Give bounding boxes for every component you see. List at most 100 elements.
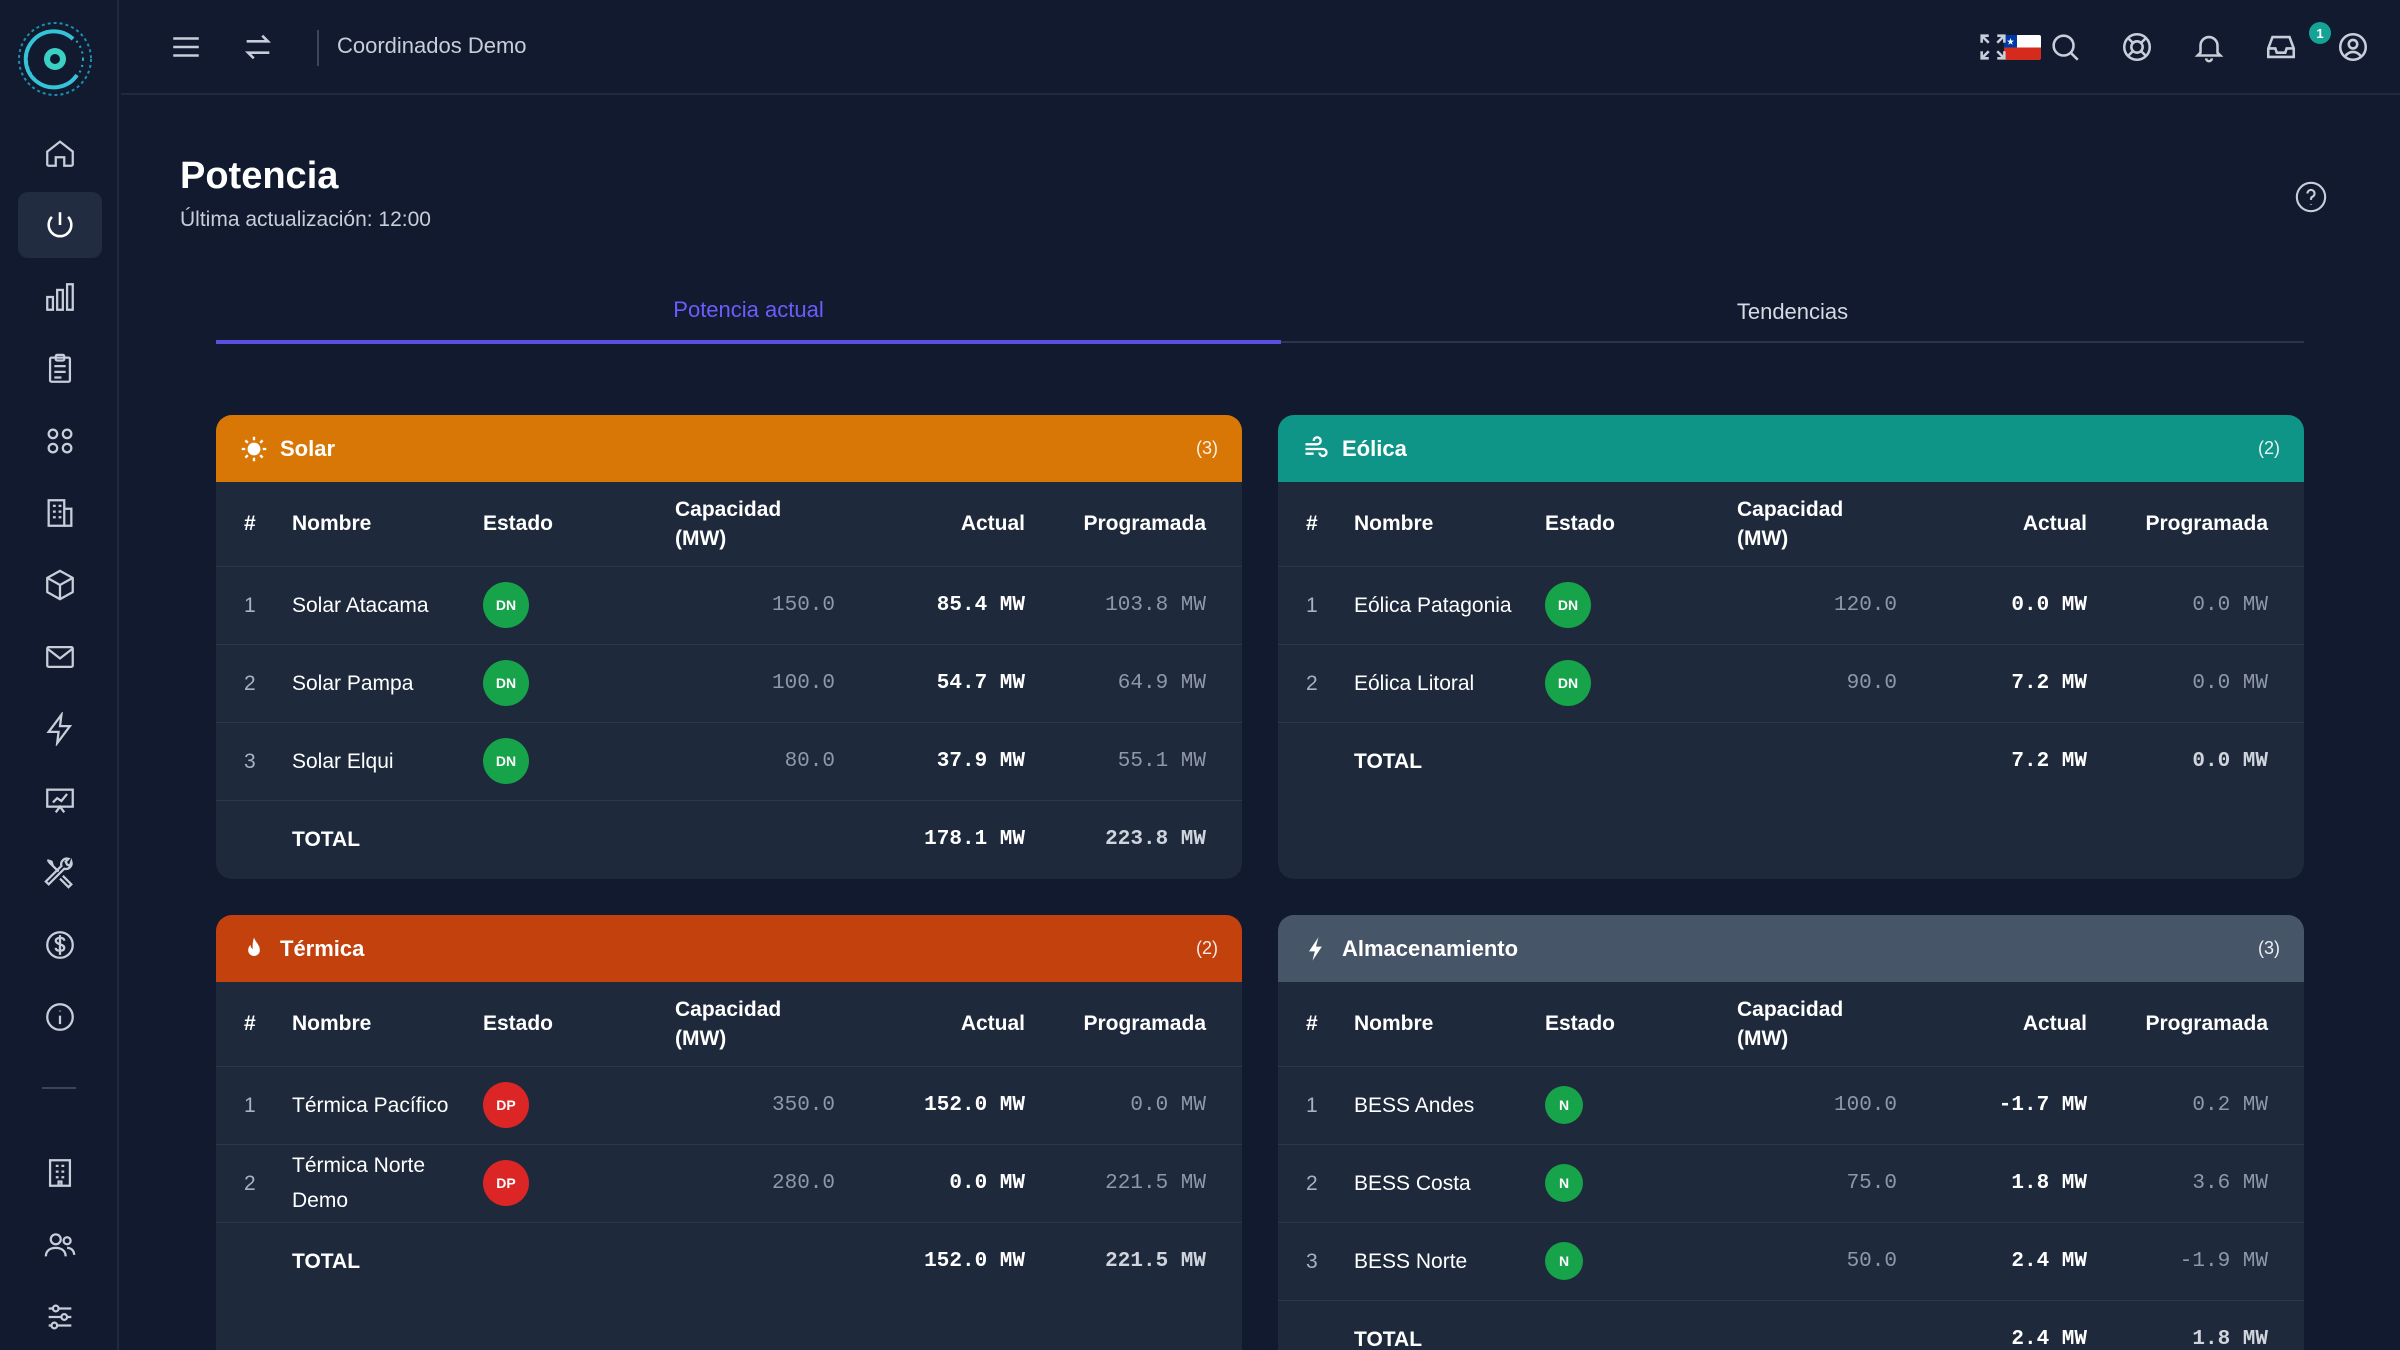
col-name[interactable]: Nombre [1346, 982, 1537, 1067]
table-row[interactable]: 3 BESS Norte N 50.0 2.4 MW -1.9 MW [1278, 1222, 2304, 1301]
col-actual[interactable]: Actual [1905, 482, 2095, 567]
app-logo[interactable] [15, 17, 95, 101]
table-row[interactable]: 1 BESS Andes N 100.0 -1.7 MW 0.2 MW [1278, 1066, 2304, 1145]
table-header-row: # Nombre Estado Capacidad (MW) Actual Pr… [1278, 482, 2304, 567]
col-scheduled[interactable]: Programada [1033, 482, 1242, 567]
eolica-table: # Nombre Estado Capacidad (MW) Actual Pr… [1278, 482, 2304, 800]
solar-card-header[interactable]: Solar (3) [216, 415, 1242, 482]
col-num: # [216, 482, 284, 567]
notifications-button[interactable] [2190, 28, 2228, 66]
sidebar-item-company[interactable] [18, 1140, 102, 1206]
sidebar-item-mail[interactable] [18, 624, 102, 690]
status-badge: DP [483, 1082, 529, 1128]
col-scheduled[interactable]: Programada [2095, 482, 2304, 567]
sidebar-item-power[interactable] [18, 192, 102, 258]
eolica-card-header[interactable]: Eólica (2) [1278, 415, 2304, 482]
col-name[interactable]: Nombre [284, 482, 475, 567]
col-state[interactable]: Estado [1537, 982, 1729, 1067]
sidebar-item-energy[interactable] [18, 696, 102, 762]
col-actual[interactable]: Actual [843, 482, 1033, 567]
sidebar-item-reports[interactable] [18, 336, 102, 402]
row-state: N [1537, 1066, 1729, 1145]
total-scheduled: 221.5 MW [1105, 1249, 1206, 1273]
col-state[interactable]: Estado [475, 482, 667, 567]
row-actual: 0.0 MW [1905, 566, 2095, 645]
table-row[interactable]: 1 Térmica Pacífico DP 350.0 152.0 MW 0.0… [216, 1066, 1242, 1145]
table-header-row: # Nombre Estado Capacidad (MW) Actual Pr… [216, 982, 1242, 1067]
col-state[interactable]: Estado [1537, 482, 1729, 567]
card-count: (3) [2258, 938, 2280, 958]
row-scheduled: 0.0 MW [1033, 1066, 1242, 1145]
row-name: BESS Norte [1346, 1222, 1537, 1301]
clipboard-icon [48, 353, 72, 383]
solar-table: # Nombre Estado Capacidad (MW) Actual Pr… [216, 482, 1242, 878]
table-row[interactable]: 2 Solar Pampa DN 100.0 54.7 MW 64.9 MW [216, 644, 1242, 723]
sidebar-item-charts[interactable] [18, 264, 102, 330]
col-state[interactable]: Estado [475, 982, 667, 1067]
table-row[interactable]: 2 Térmica Norte Demo DP 280.0 0.0 MW 221… [216, 1144, 1242, 1223]
status-badge: DN [483, 582, 529, 628]
row-name: BESS Andes [1346, 1066, 1537, 1145]
card-count: (2) [1196, 938, 1218, 958]
help-button[interactable] [2294, 180, 2328, 214]
col-actual[interactable]: Actual [843, 982, 1033, 1067]
tab-tendencias[interactable]: Tendencias [1281, 280, 2304, 343]
row-capacity: 120.0 [1729, 566, 1905, 645]
total-scheduled: 223.8 MW [1105, 827, 1206, 851]
col-capacity[interactable]: Capacidad (MW) [667, 982, 843, 1067]
table-row[interactable]: 1 Eólica Patagonia DN 120.0 0.0 MW 0.0 M… [1278, 566, 2304, 645]
col-scheduled[interactable]: Programada [1033, 982, 1242, 1067]
almacenamiento-table: # Nombre Estado Capacidad (MW) Actual Pr… [1278, 982, 2304, 1350]
fullscreen-button[interactable] [1974, 28, 2012, 66]
sidebar-item-buildings[interactable] [18, 480, 102, 546]
sidebar-item-users[interactable] [18, 1212, 102, 1278]
col-scheduled[interactable]: Programada [2095, 982, 2304, 1067]
col-name[interactable]: Nombre [1346, 482, 1537, 567]
sidebar-item-billing[interactable] [18, 912, 102, 978]
building-icon [47, 499, 73, 527]
inbox-icon [2266, 35, 2296, 59]
switch-coordinado-button[interactable] [239, 28, 277, 66]
termica-card-header[interactable]: Térmica (2) [216, 915, 1242, 982]
col-capacity[interactable]: Capacidad (MW) [1729, 982, 1905, 1067]
user-circle-icon [2338, 32, 2368, 62]
help-icon [2295, 181, 2327, 213]
row-scheduled: 103.8 MW [1033, 566, 1242, 645]
table-row[interactable]: 3 Solar Elqui DN 80.0 37.9 MW 55.1 MW [216, 722, 1242, 801]
inbox-button[interactable] [2262, 28, 2300, 66]
sidebar-item-tools[interactable] [18, 840, 102, 906]
col-capacity[interactable]: Capacidad (MW) [667, 482, 843, 567]
support-button[interactable] [2118, 28, 2156, 66]
col-name[interactable]: Nombre [284, 982, 475, 1067]
row-capacity: 150.0 [667, 566, 843, 645]
user-menu-button[interactable] [2334, 28, 2372, 66]
row-scheduled: 3.6 MW [2095, 1144, 2304, 1223]
sidebar-item-presentation[interactable] [18, 768, 102, 834]
status-badge: N [1545, 1086, 1583, 1125]
swap-arrows-icon [245, 34, 271, 60]
table-row[interactable]: 2 BESS Costa N 75.0 1.8 MW 3.6 MW [1278, 1144, 2304, 1223]
table-row[interactable]: 2 Eólica Litoral DN 90.0 7.2 MW 0.0 MW [1278, 644, 2304, 723]
sidebar-item-home[interactable] [18, 120, 102, 186]
sidebar [0, 0, 119, 1350]
col-actual[interactable]: Actual [1905, 982, 2095, 1067]
almacenamiento-card-header[interactable]: Almacenamiento (3) [1278, 915, 2304, 982]
row-num: 3 [216, 722, 284, 801]
menu-button[interactable] [167, 28, 205, 66]
search-button[interactable] [2046, 28, 2084, 66]
sidebar-item-settings[interactable] [18, 1284, 102, 1350]
row-capacity: 350.0 [667, 1066, 843, 1145]
total-scheduled: 0.0 MW [2192, 749, 2268, 773]
status-badge: N [1545, 1242, 1583, 1281]
sidebar-item-info[interactable] [18, 984, 102, 1050]
row-actual: -1.7 MW [1905, 1066, 2095, 1145]
sidebar-item-packages[interactable] [18, 552, 102, 618]
sidebar-item-apps[interactable] [18, 408, 102, 474]
col-capacity[interactable]: Capacidad (MW) [1729, 482, 1905, 567]
total-num [216, 800, 284, 878]
card-title: Eólica [1342, 435, 1407, 461]
row-capacity: 75.0 [1729, 1144, 1905, 1223]
row-state: DN [1537, 644, 1729, 723]
table-row[interactable]: 1 Solar Atacama DN 150.0 85.4 MW 103.8 M… [216, 566, 1242, 645]
tab-potencia-actual[interactable]: Potencia actual [216, 280, 1281, 344]
